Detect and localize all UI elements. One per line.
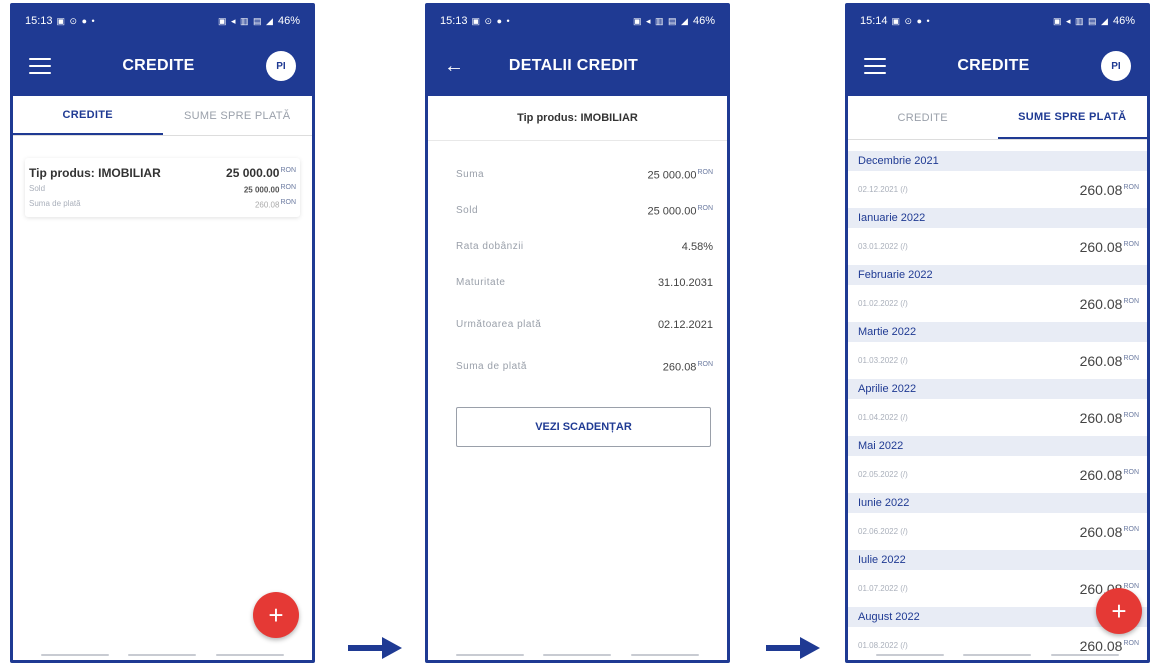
battery-level: 46% <box>692 15 715 27</box>
payment-date: 01.03.2022 (/) <box>858 356 908 365</box>
month-header: Iulie 2022 <box>848 550 1147 570</box>
payment-amount: 260.08RON <box>1079 181 1139 198</box>
details-list: Suma 25 000.00RON Sold 25 000.00RON Rata… <box>428 141 727 385</box>
tab-sume-spre-plata[interactable]: SUME SPRE PLATĂ <box>997 96 1147 139</box>
detail-row: Maturitate 31.10.2031 <box>456 277 713 289</box>
signal-icons: ▣ ◂ ▥ ▤ ◢ <box>218 15 274 26</box>
notification-icons: ▣ ⊙ ● • <box>891 15 931 26</box>
month-header: Februarie 2022 <box>848 265 1147 285</box>
gesture-nav-bar <box>13 654 312 656</box>
hamburger-menu-icon[interactable] <box>864 58 886 74</box>
payment-row[interactable]: 01.03.2022 (/) 260.08RON <box>848 342 1147 379</box>
payment-date: 02.05.2022 (/) <box>858 470 908 479</box>
month-header: Iunie 2022 <box>848 493 1147 513</box>
payment-date: 02.12.2021 (/) <box>858 185 908 194</box>
detail-row: Următoarea plată 02.12.2021 <box>456 319 713 331</box>
tab-credite[interactable]: CREDITE <box>848 96 998 139</box>
payment-amount: 260.08RON <box>1079 466 1139 483</box>
detail-row: Sold 25 000.00RON <box>456 204 713 218</box>
status-bar: 15:13 ▣ ⊙ ● • ▣ ◂ ▥ ▤ ◢ 46% <box>13 6 312 36</box>
status-bar: 15:14 ▣ ⊙ ● • ▣ ◂ ▥ ▤ ◢ 46% <box>848 6 1147 36</box>
signal-icons: ▣ ◂ ▥ ▤ ◢ <box>1053 15 1109 26</box>
page-title: DETALII CREDIT <box>508 57 639 74</box>
payment-date: 03.01.2022 (/) <box>858 242 908 251</box>
payment-date: 01.07.2022 (/) <box>858 584 908 593</box>
gesture-nav-bar <box>848 654 1147 656</box>
phone-screen-credit-details: 15:13 ▣ ⊙ ● • ▣ ◂ ▥ ▤ ◢ 46% ← DETALII CR… <box>425 3 730 663</box>
hamburger-menu-icon[interactable] <box>29 58 51 74</box>
app-bar: CREDITE PI <box>13 36 312 96</box>
payments-list: Decembrie 2021 02.12.2021 (/) 260.08RON Ian… <box>848 151 1147 660</box>
payment-amount: 260.08RON <box>1079 295 1139 312</box>
detail-row: Suma 25 000.00RON <box>456 168 713 182</box>
payment-amount: 260.08RON <box>1079 238 1139 255</box>
suma-value: 260.08RON <box>254 198 296 210</box>
add-fab-button[interactable]: + <box>1096 588 1142 634</box>
status-time: 15:13 <box>440 15 468 27</box>
payment-row[interactable]: 01.08.2022 (/) 260.08RON <box>848 627 1147 660</box>
flow-arrow-icon <box>766 637 820 659</box>
tab-sume-spre-plata[interactable]: SUME SPRE PLATĂ <box>163 96 313 135</box>
payment-row[interactable]: 02.12.2021 (/) 260.08RON <box>848 171 1147 208</box>
battery-level: 46% <box>277 15 300 27</box>
tab-bar: CREDITE SUME SPRE PLATĂ <box>13 96 312 136</box>
product-type: Tip produs: IMOBILIAR <box>29 166 161 180</box>
month-header: Ianuarie 2022 <box>848 208 1147 228</box>
app-bar: CREDITE PI <box>848 36 1147 96</box>
product-heading: Tip produs: IMOBILIAR <box>428 96 727 141</box>
flow-stage: 15:13 ▣ ⊙ ● • ▣ ◂ ▥ ▤ ◢ 46% CREDITE PI C… <box>0 0 1159 665</box>
payment-amount: 260.08RON <box>1079 352 1139 369</box>
page-title: CREDITE <box>957 57 1030 74</box>
credit-card-item[interactable]: Tip produs: IMOBILIAR 25 000.00RON Sold … <box>25 158 300 218</box>
month-header: Mai 2022 <box>848 436 1147 456</box>
payment-amount: 260.08RON <box>1079 523 1139 540</box>
payment-date: 02.06.2022 (/) <box>858 527 908 536</box>
payment-date: 01.08.2022 (/) <box>858 641 908 650</box>
tab-credite[interactable]: CREDITE <box>13 96 163 135</box>
payment-row[interactable]: 01.04.2022 (/) 260.08RON <box>848 399 1147 436</box>
add-fab-button[interactable]: + <box>253 592 299 638</box>
detail-row: Suma de plată 260.08RON <box>456 360 713 374</box>
notification-icons: ▣ ⊙ ● • <box>471 15 511 26</box>
payment-row[interactable]: 03.01.2022 (/) 260.08RON <box>848 228 1147 265</box>
app-bar: ← DETALII CREDIT <box>428 36 727 96</box>
view-schedule-button[interactable]: VEZI SCADENȚAR <box>456 407 711 447</box>
credit-amount: 25 000.00RON <box>226 166 296 180</box>
month-header: Decembrie 2021 <box>848 151 1147 171</box>
status-bar: 15:13 ▣ ⊙ ● • ▣ ◂ ▥ ▤ ◢ 46% <box>428 6 727 36</box>
status-time: 15:13 <box>25 15 53 27</box>
flow-arrow-icon <box>348 637 402 659</box>
payment-date: 01.02.2022 (/) <box>858 299 908 308</box>
battery-level: 46% <box>1112 15 1135 27</box>
sold-value: 25 000.00RON <box>243 184 296 195</box>
back-arrow-icon[interactable]: ← <box>444 55 466 78</box>
payment-row[interactable]: 01.02.2022 (/) 260.08RON <box>848 285 1147 322</box>
user-avatar[interactable]: PI <box>1100 51 1131 81</box>
user-avatar[interactable]: PI <box>265 51 296 81</box>
phone-screen-payments: 15:14 ▣ ⊙ ● • ▣ ◂ ▥ ▤ ◢ 46% CREDITE PI C… <box>845 3 1150 663</box>
payment-date: 01.04.2022 (/) <box>858 413 908 422</box>
month-header: Martie 2022 <box>848 322 1147 342</box>
sold-label: Sold <box>29 184 46 193</box>
month-header: Aprilie 2022 <box>848 379 1147 399</box>
detail-row: Rata dobânzii 4.58% <box>456 241 713 253</box>
payment-row[interactable]: 02.05.2022 (/) 260.08RON <box>848 456 1147 493</box>
phone-screen-credits: 15:13 ▣ ⊙ ● • ▣ ◂ ▥ ▤ ◢ 46% CREDITE PI C… <box>10 3 315 663</box>
payment-row[interactable]: 02.06.2022 (/) 260.08RON <box>848 513 1147 550</box>
suma-label: Suma de plată <box>29 198 81 208</box>
payment-amount: 260.08RON <box>1079 637 1139 654</box>
gesture-nav-bar <box>428 654 727 656</box>
page-title: CREDITE <box>122 57 195 74</box>
status-time: 15:14 <box>860 15 888 27</box>
tab-bar: CREDITE SUME SPRE PLATĂ <box>848 96 1147 140</box>
payment-amount: 260.08RON <box>1079 409 1139 426</box>
signal-icons: ▣ ◂ ▥ ▤ ◢ <box>633 15 689 26</box>
notification-icons: ▣ ⊙ ● • <box>56 15 96 26</box>
